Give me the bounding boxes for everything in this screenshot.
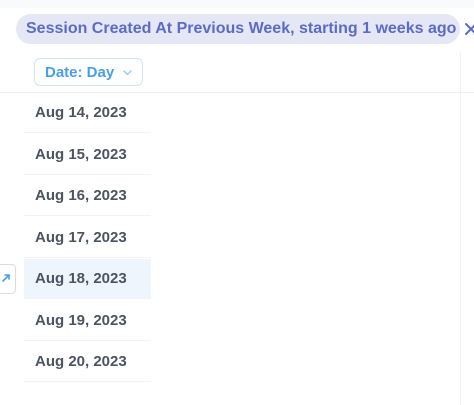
- close-icon[interactable]: [464, 22, 474, 36]
- table-row[interactable]: Aug 14, 2023: [24, 93, 151, 133]
- date-granularity-button[interactable]: Date: Day: [34, 58, 144, 86]
- column-header-row: Date: Day: [0, 52, 474, 93]
- table-row[interactable]: Aug 20, 2023: [24, 342, 151, 382]
- row-date: Aug 14, 2023: [35, 104, 127, 121]
- filter-label: Session Created At Previous Week, starti…: [26, 20, 457, 37]
- table-row[interactable]: Aug 16, 2023: [24, 176, 151, 216]
- table-row[interactable]: Aug 15, 2023: [24, 135, 151, 175]
- row-date: Aug 20, 2023: [35, 353, 127, 370]
- row-date: Aug 16, 2023: [35, 187, 127, 204]
- row-date: Aug 19, 2023: [35, 311, 127, 329]
- top-band: [0, 0, 474, 8]
- table-row[interactable]: Aug 17, 2023: [24, 218, 151, 258]
- row-date: Aug 18, 2023: [35, 270, 127, 287]
- table-row[interactable]: Aug 19, 2023: [24, 301, 151, 341]
- expand-button[interactable]: [0, 264, 16, 294]
- filter-pill[interactable]: Session Created At Previous Week, starti…: [16, 14, 474, 44]
- column-divider: [460, 52, 461, 405]
- row-date: Aug 15, 2023: [35, 145, 127, 163]
- query-results-panel: Session Created At Previous Week, starti…: [0, 0, 474, 405]
- chevron-down-icon: [123, 68, 132, 77]
- row-date: Aug 17, 2023: [35, 228, 127, 246]
- expand-arrow-icon: [1, 270, 11, 288]
- date-granularity-label: Date: Day: [45, 63, 115, 81]
- table-row-active[interactable]: Aug 18, 2023: [24, 259, 151, 299]
- date-rows: Aug 14, 2023 Aug 15, 2023 Aug 16, 2023 A…: [24, 93, 151, 384]
